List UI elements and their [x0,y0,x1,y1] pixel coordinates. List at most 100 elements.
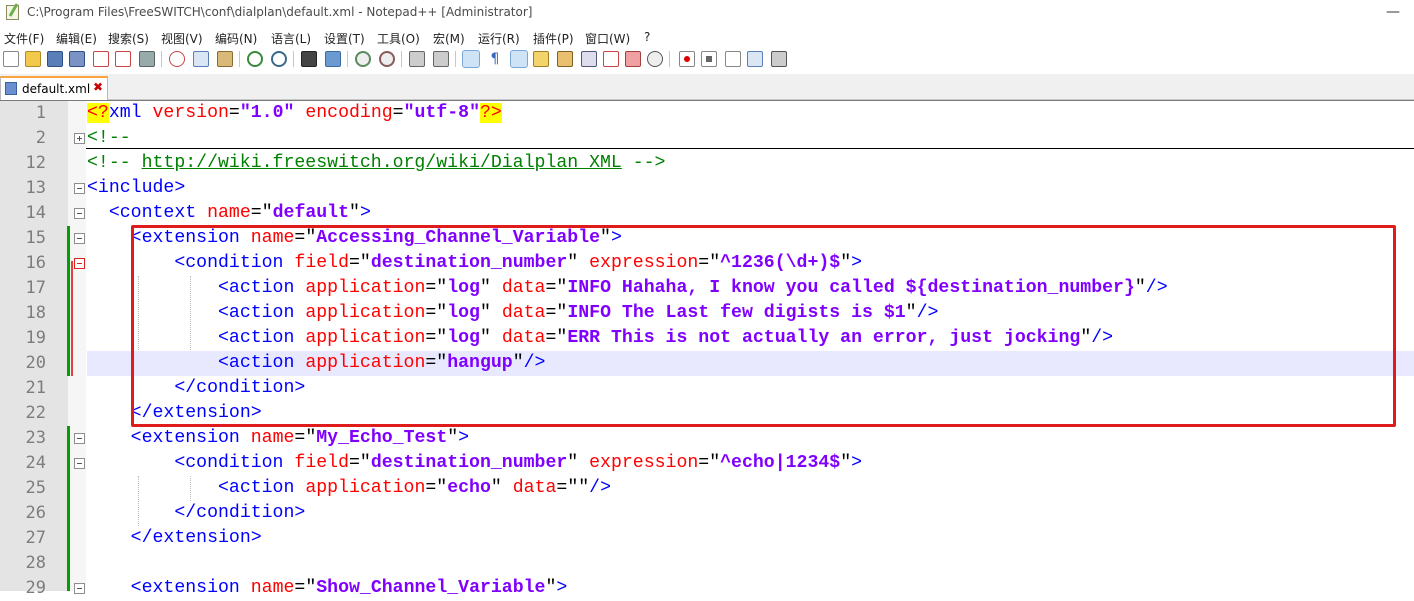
code-line: 14 <context name="default"> [0,201,1414,226]
zoom-in-icon[interactable] [355,51,371,67]
sync-horizontal-icon[interactable] [433,51,449,67]
sync-vertical-icon[interactable] [409,51,425,67]
fold-collapse-icon[interactable] [74,258,85,269]
code-line: 24 <condition field="destination_number"… [0,451,1414,476]
line-number: 20 [25,353,46,373]
menu-view[interactable]: 视图(V) [161,30,203,47]
menu-search[interactable]: 搜索(S) [108,30,149,47]
paste-icon[interactable] [217,51,233,67]
open-file-icon[interactable] [25,51,41,67]
tab-label: default.xml [22,82,91,96]
lang-icon[interactable] [533,51,549,67]
line-number: 16 [25,253,46,273]
save-icon[interactable] [47,51,63,67]
code-line: 23 <extension name="My_Echo_Test"> [0,426,1414,451]
code-line: 27 </extension> [0,526,1414,551]
toolbar-separator [347,51,348,67]
tab-close-icon[interactable]: ✖ [93,80,103,94]
code-line: 26 </condition> [0,501,1414,526]
doc-map-icon[interactable] [557,51,573,67]
value-extension-name: My_Echo_Test [316,428,448,448]
undo-icon[interactable] [247,51,263,67]
folder-as-workspace-icon[interactable] [603,51,619,67]
fold-collapse-icon[interactable] [74,183,85,194]
fold-collapse-icon[interactable] [74,433,85,444]
fold-collapse-icon[interactable] [74,208,85,219]
menu-settings[interactable]: 设置(T) [324,30,365,47]
toolbar-separator [669,51,670,67]
line-number: 19 [25,328,46,348]
menu-plugins[interactable]: 插件(P) [533,30,574,47]
minimize-button[interactable]: — [1386,4,1400,20]
eye-icon[interactable] [647,51,663,67]
menu-help[interactable]: ? [644,30,650,44]
print-icon[interactable] [139,51,155,67]
comment-close: --> [621,153,666,173]
window-title: C:\Program Files\FreeSWITCH\conf\dialpla… [27,5,533,19]
line-number: 29 [25,578,46,598]
fold-collapse-icon[interactable] [74,583,85,594]
extension-tag: <extension [130,428,240,448]
tab-default-xml[interactable]: default.xml ✖ [0,76,108,100]
record-macro-icon[interactable] [679,51,695,67]
line-number: 26 [25,503,46,523]
editor[interactable]: 1 <?xml version="1.0" encoding="utf-8"?>… [0,100,1414,598]
code-line: 12 <!-- http://wiki.freeswitch.org/wiki/… [0,151,1414,176]
save-all-icon[interactable] [69,51,85,67]
fold-expand-icon[interactable] [74,133,85,144]
close-icon[interactable] [93,51,109,67]
monitoring-icon[interactable] [625,51,641,67]
line-number: 23 [25,428,46,448]
menu-encoding[interactable]: 编码(N) [215,30,257,47]
fold-collapse-icon[interactable] [74,458,85,469]
show-all-chars-icon[interactable]: ¶ [487,51,503,67]
value-encoding: "utf-8" [403,103,480,123]
notepadpp-app-icon [6,5,19,20]
include-tag: <include> [87,178,186,198]
redo-icon[interactable] [271,51,287,67]
copy-icon[interactable] [193,51,209,67]
line-number: 12 [25,153,46,173]
menu-tools[interactable]: 工具(O) [377,30,420,47]
condition-tag: <condition [174,453,284,473]
line-number: 2 [35,128,46,148]
replace-icon[interactable] [325,51,341,67]
indent-guide-icon[interactable] [510,50,528,68]
menu-language[interactable]: 语言(L) [271,30,311,47]
stop-record-icon[interactable] [701,51,717,67]
fold-collapse-icon[interactable] [74,233,85,244]
zoom-out-icon[interactable] [379,51,395,67]
function-list-icon[interactable] [581,51,597,67]
title-bar: C:\Program Files\FreeSWITCH\conf\dialpla… [0,0,1414,26]
new-file-icon[interactable] [3,51,19,67]
value-expression: ^echo|1234$ [720,453,841,473]
pi-close: ?> [480,103,502,123]
word-wrap-icon[interactable] [462,50,480,68]
find-icon[interactable] [301,51,317,67]
menu-window[interactable]: 窗口(W) [585,30,630,47]
attr-field: field [294,453,349,473]
close-all-icon[interactable] [115,51,131,67]
value-extension-name: Show_Channel_Variable [316,578,546,598]
wiki-link[interactable]: http://wiki.freeswitch.org/wiki/Dialplan… [142,153,622,173]
run-macro-multiple-icon[interactable] [747,51,763,67]
line-number: 24 [25,453,46,473]
toolbar-separator [293,51,294,67]
line-number: 27 [25,528,46,548]
folded-block-line [86,148,1414,149]
extension-close-tag: </extension> [130,528,262,548]
cut-icon[interactable] [169,51,185,67]
line-number: 25 [25,478,46,498]
line-number: 18 [25,303,46,323]
menu-edit[interactable]: 编辑(E) [56,30,97,47]
line-number: 15 [25,228,46,248]
play-macro-icon[interactable] [725,51,741,67]
save-macro-icon[interactable] [771,51,787,67]
toolbar-separator [239,51,240,67]
menu-macro[interactable]: 宏(M) [433,30,465,47]
code-line: 1 <?xml version="1.0" encoding="utf-8"?> [0,101,1414,126]
attr-name: name [207,203,251,223]
menu-file[interactable]: 文件(F) [4,30,44,47]
attr-name: name [250,578,295,598]
menu-run[interactable]: 运行(R) [478,30,520,47]
